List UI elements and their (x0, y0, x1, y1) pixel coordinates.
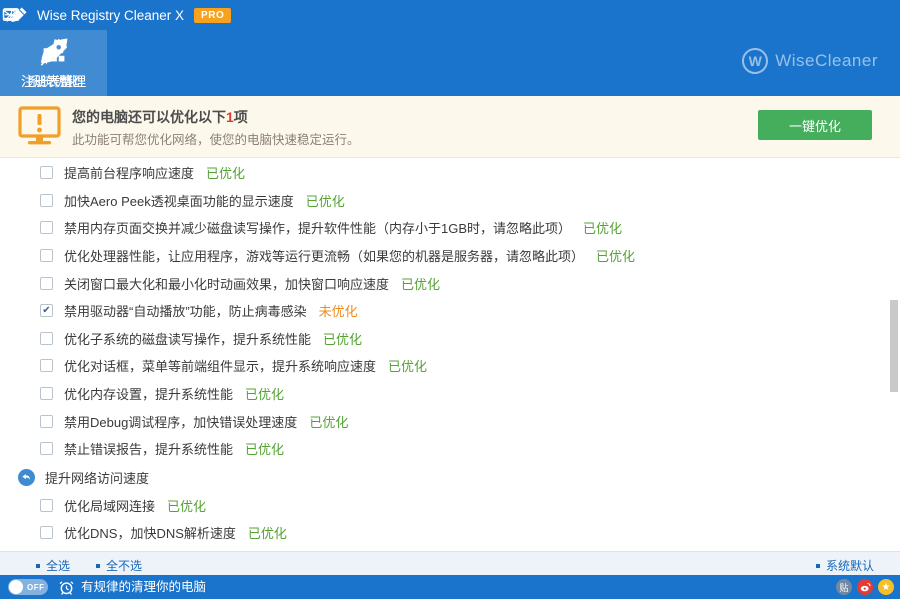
section-network-speed[interactable]: 提升网络访问速度 (0, 463, 890, 492)
list-item: 优化子系统的磁盘读写操作，提升系统性能 已优化 (0, 325, 890, 353)
tieba-icon[interactable]: 贴 (836, 579, 852, 595)
select-all-link[interactable]: 全选 (36, 557, 70, 574)
schedule-text: 有规律的清理你的电脑 (81, 575, 206, 599)
title-bar: Wise Registry Cleaner X PRO (0, 0, 900, 30)
tab-label: 注册表整理 (21, 71, 86, 90)
item-label: 禁用内存页面交换并减少磁盘读写操作，提升软件性能（内存小于1GB时，请忽略此项） (64, 218, 571, 237)
alarm-clock-icon (58, 579, 75, 596)
item-status: 已优化 (596, 246, 635, 265)
item-checkbox[interactable] (40, 387, 53, 400)
notification-subtitle: 此功能可帮您优化网络，使您的电脑快速稳定运行。 (72, 129, 360, 148)
notification-title: 您的电脑还可以优化以下1项 (72, 107, 248, 127)
item-label: 禁用驱动器“自动播放”功能，防止病毒感染 (64, 301, 307, 320)
item-status: 已优化 (401, 274, 440, 293)
toggle-knob (9, 580, 23, 594)
item-label: 优化DNS，加快DNS解析速度 (64, 523, 236, 542)
item-status: 已优化 (167, 496, 206, 515)
wisecleaner-logo: W WiseCleaner (742, 48, 878, 74)
section-label: 提升网络访问速度 (45, 468, 149, 487)
item-checkbox[interactable] (40, 304, 53, 317)
item-status: 已优化 (306, 191, 345, 210)
minimize-icon[interactable] (0, 5, 22, 25)
item-checkbox[interactable] (40, 166, 53, 179)
item-label: 优化局域网连接 (64, 496, 155, 515)
item-status: 已优化 (309, 412, 348, 431)
list-item: 禁用驱动器“自动播放”功能，防止病毒感染 未优化 (0, 297, 890, 325)
item-checkbox[interactable] (40, 249, 53, 262)
qzone-icon[interactable]: ★ (878, 579, 894, 595)
item-status: 已优化 (206, 163, 245, 182)
item-status: 已优化 (248, 523, 287, 542)
list-item: 优化内存设置，提升系统性能 已优化 (0, 380, 890, 408)
item-label: 禁止错误报告，提升系统性能 (64, 439, 233, 458)
item-label: 关闭窗口最大化和最小化时动画效果，加快窗口响应速度 (64, 274, 389, 293)
list-item: 优化对话框，菜单等前端组件显示，提升系统响应速度 已优化 (0, 352, 890, 380)
item-checkbox[interactable] (40, 359, 53, 372)
notification-title-prefix: 您的电脑还可以优化以下 (72, 109, 226, 125)
list-item: 优化处理器性能，让应用程序，游戏等运行更流畅（如果您的机器是服务器，请忽略此项）… (0, 242, 890, 270)
window-title: Wise Registry Cleaner X (37, 8, 184, 23)
item-label: 加快Aero Peek透视桌面功能的显示速度 (64, 191, 294, 210)
status-bar: OFF 有规律的清理你的电脑 贴 ★ (0, 575, 900, 599)
list-item: 优化局域网连接 已优化 (0, 492, 890, 520)
list-item: 提高前台程序响应速度 已优化 (0, 159, 890, 187)
tuneup-list: 提高前台程序响应速度 已优化 加快Aero Peek透视桌面功能的显示速度 已优… (0, 159, 890, 547)
item-label: 优化处理器性能，让应用程序，游戏等运行更流畅（如果您的机器是服务器，请忽略此项） (64, 246, 584, 265)
item-checkbox[interactable] (40, 194, 53, 207)
item-label: 提高前台程序响应速度 (64, 163, 194, 182)
list-item: 优化DNS，加快DNS解析速度 已优化 (0, 519, 890, 547)
notification-banner: 您的电脑还可以优化以下1项 此功能可帮您优化网络，使您的电脑快速稳定运行。 一键… (0, 96, 900, 158)
item-status: 已优化 (245, 439, 284, 458)
scrollbar-thumb[interactable] (890, 300, 898, 392)
item-checkbox[interactable] (40, 442, 53, 455)
item-checkbox[interactable] (40, 332, 53, 345)
tab-bar: 注册表清理 系统优化 注册表整理 W WiseClea (0, 30, 900, 96)
pro-badge: PRO (194, 8, 231, 23)
item-label: 优化内存设置，提升系统性能 (64, 384, 233, 403)
item-checkbox[interactable] (40, 499, 53, 512)
weibo-icon[interactable] (857, 579, 873, 595)
logo-w-circle: W (742, 48, 768, 74)
item-status: 已优化 (388, 356, 427, 375)
list-item: 禁止错误报告，提升系统性能 已优化 (0, 435, 890, 463)
item-checkbox[interactable] (40, 277, 53, 290)
list-item: 加快Aero Peek透视桌面功能的显示速度 已优化 (0, 187, 890, 215)
tab-registry-defrag[interactable]: 注册表整理 (0, 30, 107, 96)
toggle-label: OFF (27, 583, 45, 592)
item-label: 优化对话框，菜单等前端组件显示，提升系统响应速度 (64, 356, 376, 375)
select-none-link[interactable]: 全不选 (96, 557, 142, 574)
network-arrow-icon (18, 469, 35, 486)
item-status: 已优化 (323, 329, 362, 348)
list-item: 禁用Debug调试程序，加快错误处理速度 已优化 (0, 407, 890, 435)
one-click-optimize-button[interactable]: 一键优化 (758, 110, 872, 140)
list-item: 关闭窗口最大化和最小化时动画效果，加快窗口响应速度 已优化 (0, 269, 890, 297)
footer-bar: 全选 全不选 系统默认 (0, 551, 900, 575)
item-status: 已优化 (583, 218, 622, 237)
notification-title-suffix: 项 (234, 109, 248, 125)
item-checkbox[interactable] (40, 415, 53, 428)
item-status: 已优化 (245, 384, 284, 403)
notification-count: 1 (226, 109, 234, 125)
monitor-alert-icon (16, 103, 63, 150)
item-checkbox[interactable] (40, 221, 53, 234)
list-item: 禁用内存页面交换并减少磁盘读写操作，提升软件性能（内存小于1GB时，请忽略此项）… (0, 214, 890, 242)
item-checkbox[interactable] (40, 526, 53, 539)
item-label: 优化子系统的磁盘读写操作，提升系统性能 (64, 329, 311, 348)
item-status: 未优化 (319, 301, 358, 320)
app-window: Wise Registry Cleaner X PRO 注册表清理 (0, 0, 900, 599)
system-default-link[interactable]: 系统默认 (816, 557, 874, 574)
schedule-toggle[interactable]: OFF (8, 579, 48, 595)
logo-text: WiseCleaner (775, 51, 878, 71)
item-label: 禁用Debug调试程序，加快错误处理速度 (64, 412, 297, 431)
defrag-blocks-icon (37, 35, 71, 69)
